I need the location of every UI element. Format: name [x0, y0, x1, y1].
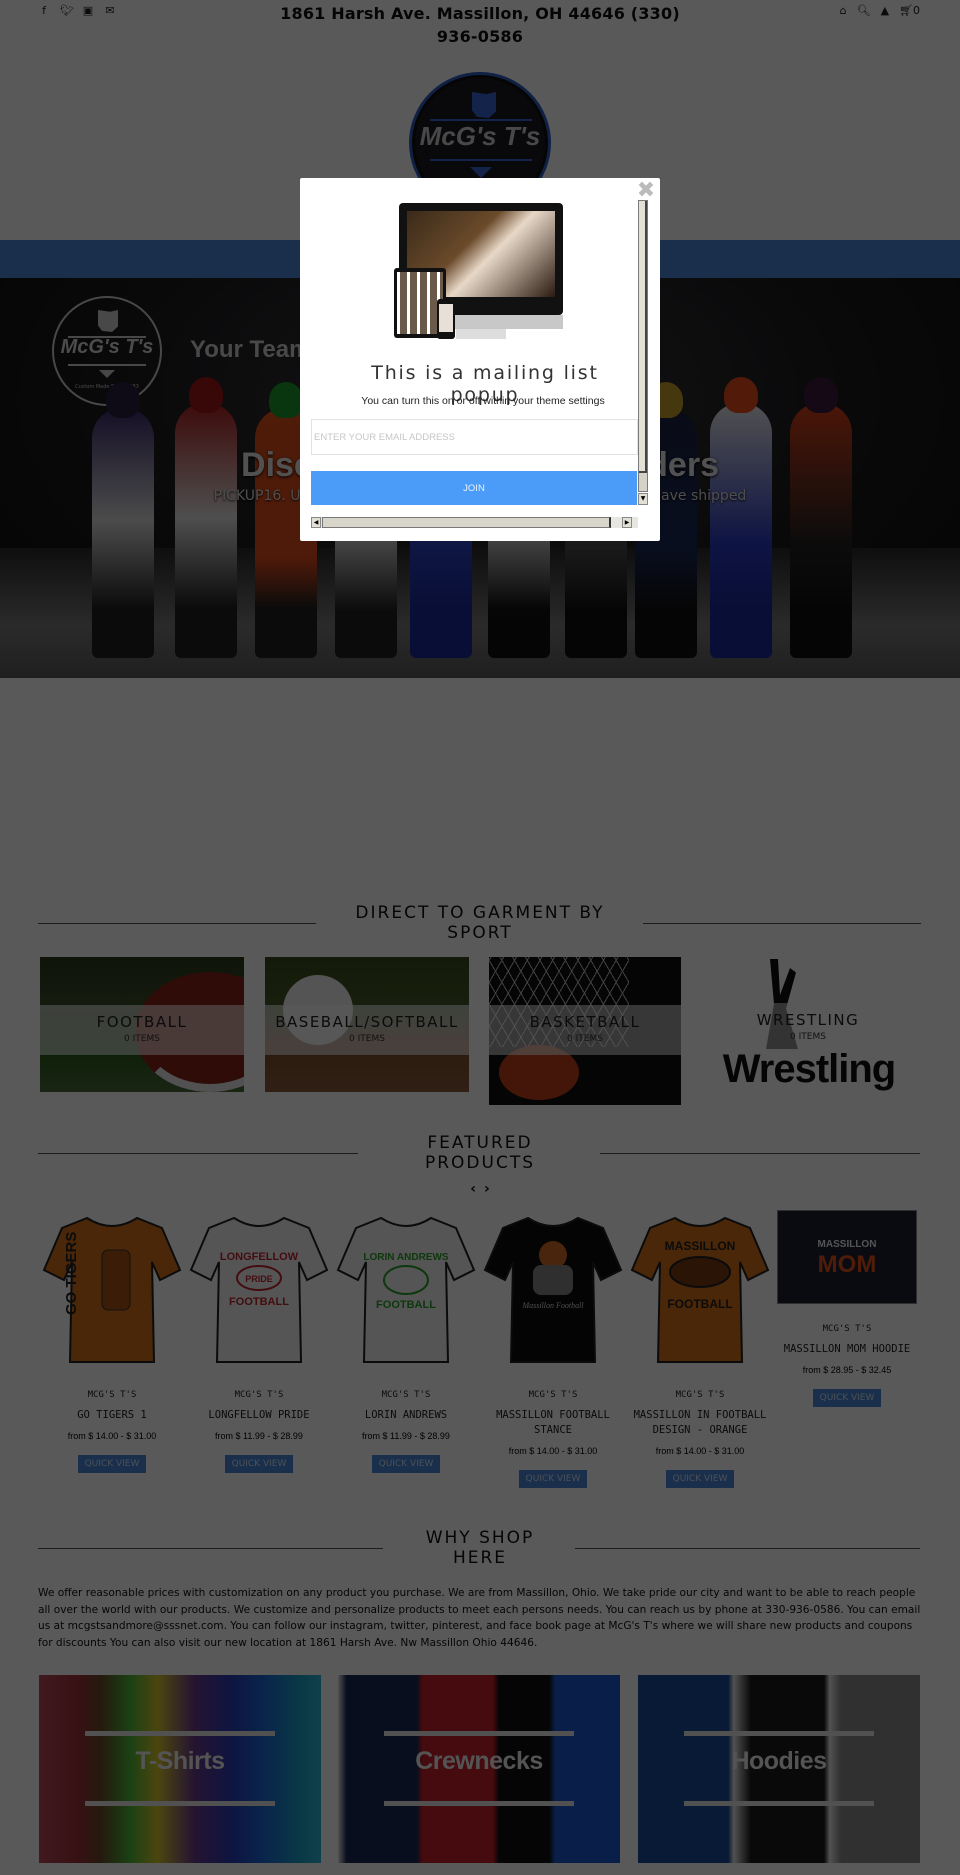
- monitor-stand: [456, 329, 506, 339]
- scroll-right-arrow-icon[interactable]: ▶: [622, 517, 632, 528]
- horizontal-scrollbar[interactable]: ◀ ▶: [311, 517, 638, 528]
- close-icon[interactable]: ✖: [636, 180, 656, 202]
- mailing-list-popup: ✖ This is a mailing list popup You can t…: [300, 178, 660, 541]
- scrollbar-thumb[interactable]: [639, 201, 647, 473]
- scroll-down-arrow-icon[interactable]: ▼: [638, 493, 648, 505]
- phone-screen: [439, 304, 453, 332]
- popup-devices-image: [394, 203, 566, 351]
- email-input[interactable]: [311, 419, 638, 455]
- join-button[interactable]: JOIN: [311, 471, 637, 505]
- vertical-scrollbar[interactable]: ▼: [638, 200, 648, 505]
- popup-subtitle: You can turn this on or off within your …: [361, 395, 605, 407]
- phone: [437, 299, 455, 339]
- scrollbar-thumb[interactable]: [322, 517, 611, 528]
- scroll-left-arrow-icon[interactable]: ◀: [311, 517, 321, 528]
